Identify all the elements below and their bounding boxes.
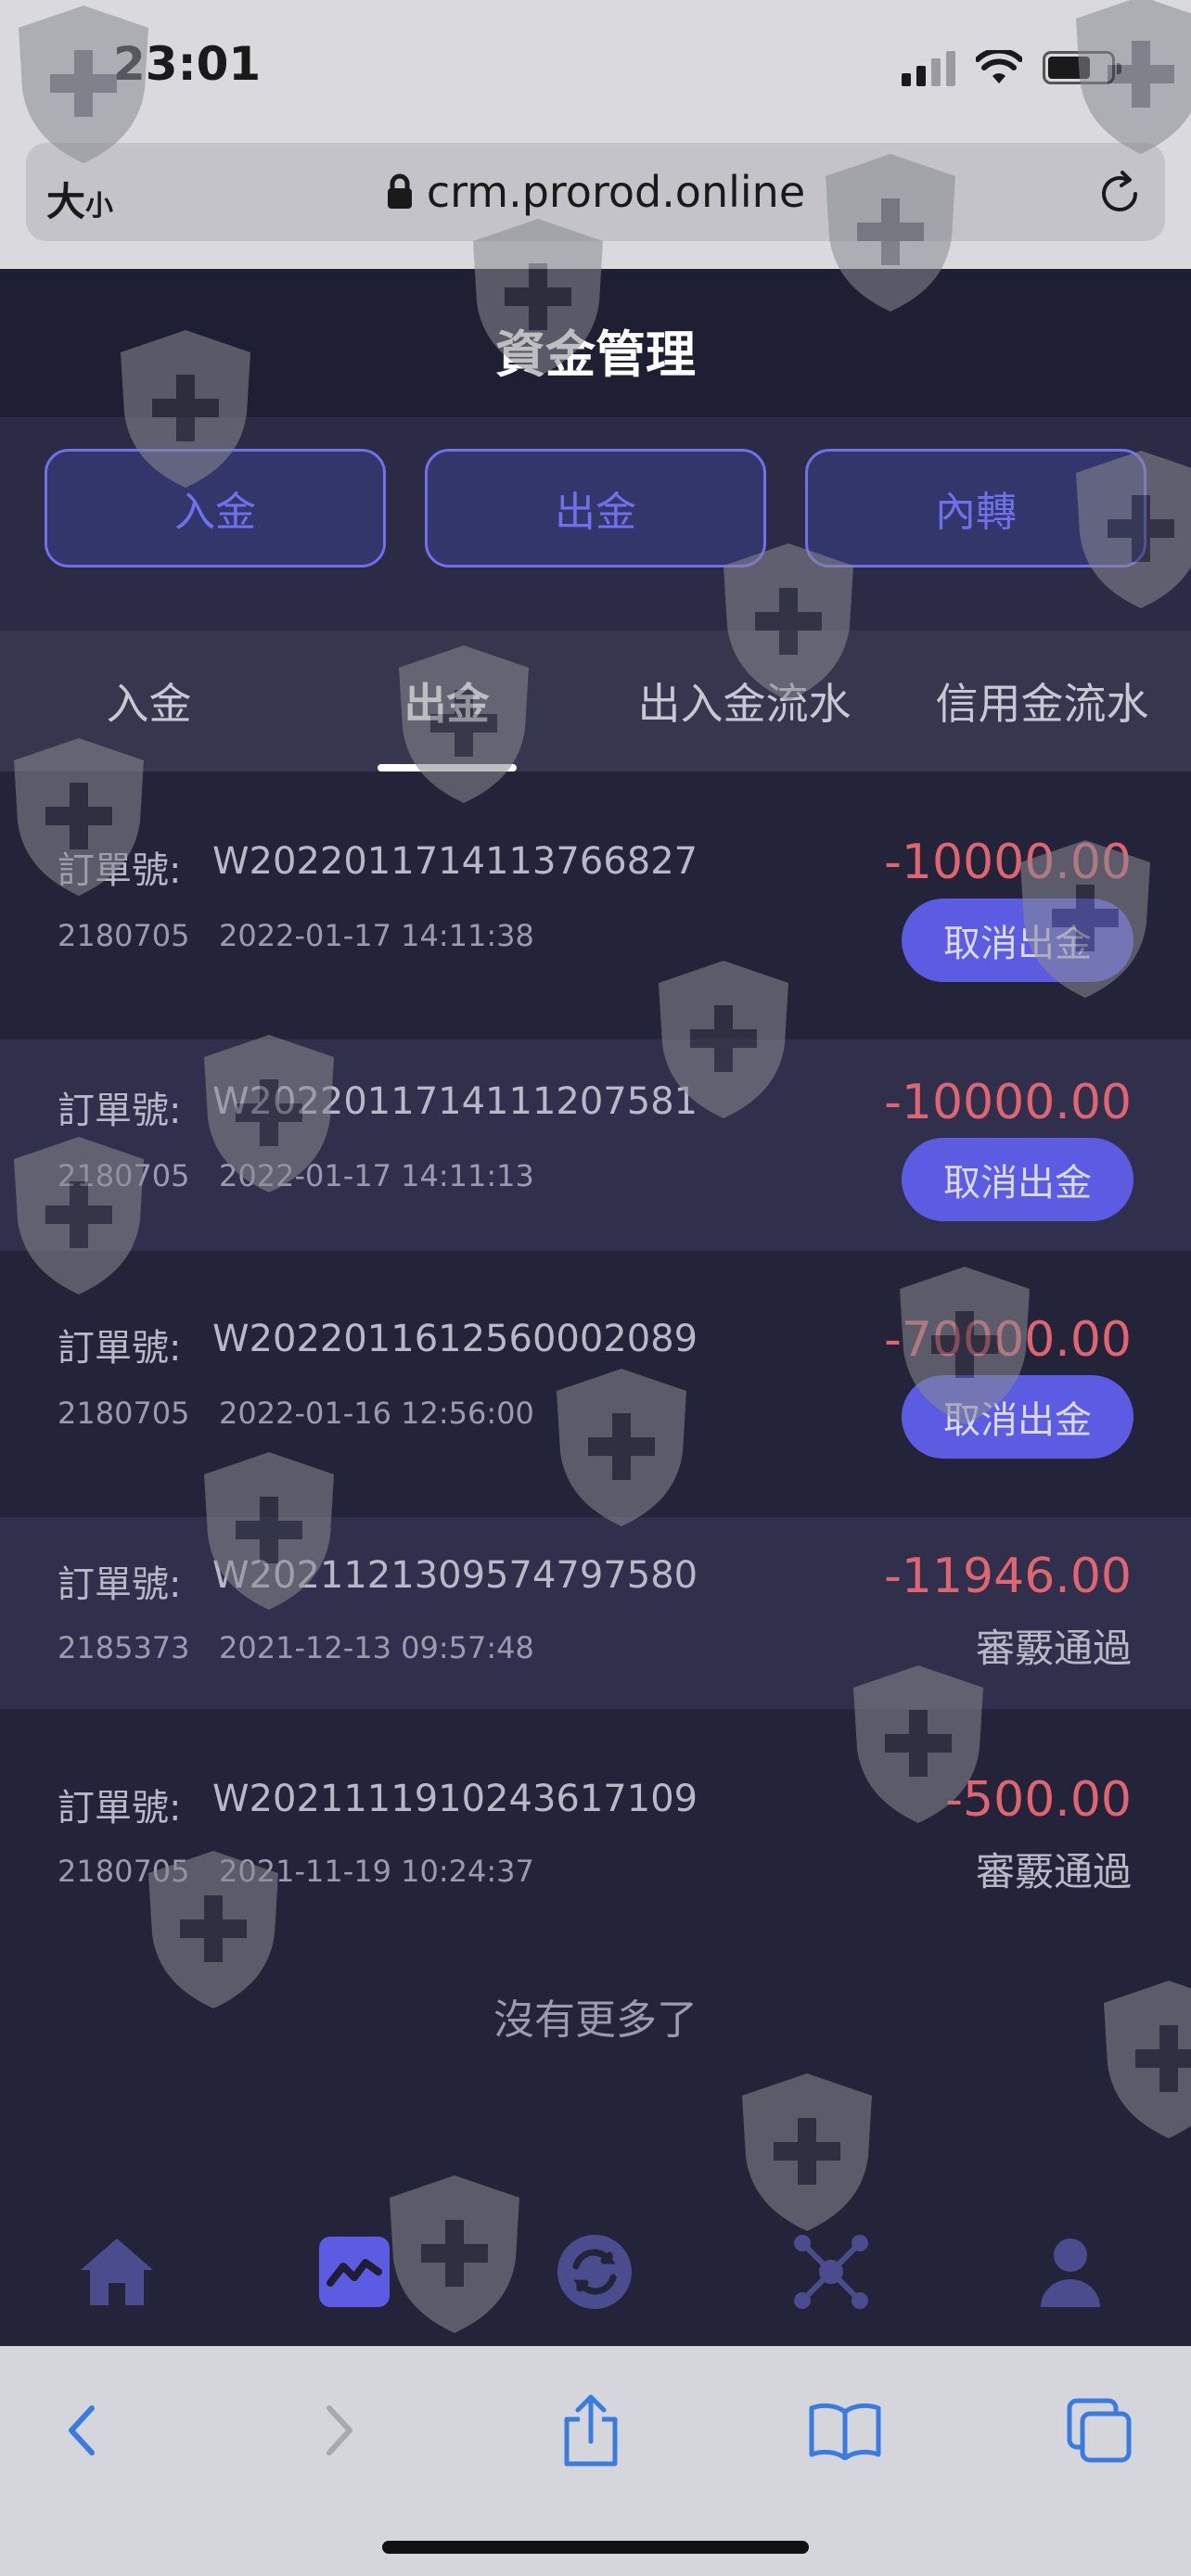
wifi-icon — [976, 50, 1022, 83]
nav-market[interactable] — [299, 2216, 410, 2327]
user-id: 2180705 — [58, 1854, 190, 1889]
tabs-button[interactable] — [1057, 2389, 1141, 2472]
share-button[interactable] — [549, 2389, 633, 2472]
bookmarks-button[interactable] — [803, 2389, 887, 2472]
back-button[interactable] — [39, 2389, 122, 2472]
order-number: W2022011714113766827 — [212, 840, 698, 883]
order-number: W2021111910243617109 — [212, 1778, 698, 1820]
app-header: 資金管理 — [0, 269, 1191, 417]
chevron-right-icon — [327, 2405, 352, 2455]
order-amount: -11946.00 — [884, 1549, 1132, 1604]
tab-bar: 入金 出金 出入金流水 信用金流水 — [0, 631, 1191, 772]
tab-fund-flow[interactable]: 出入金流水 — [596, 631, 893, 772]
user-id: 2180705 — [58, 1396, 190, 1431]
action-buttons: 入金 出金 內轉 — [0, 417, 1191, 631]
reload-icon[interactable] — [1095, 169, 1145, 219]
deposit-button[interactable]: 入金 — [45, 449, 386, 567]
transfer-button[interactable]: 內轉 — [805, 449, 1146, 567]
order-time: 2022-01-17 14:11:38 — [219, 918, 534, 953]
user-id: 2180705 — [58, 1158, 190, 1193]
order-time: 2022-01-17 14:11:13 — [219, 1158, 534, 1193]
address-bar[interactable]: 大小 crm.prorod.online — [26, 143, 1165, 241]
order-time: 2021-11-19 10:24:37 — [219, 1854, 534, 1889]
tab-deposit[interactable]: 入金 — [0, 631, 298, 772]
user-id: 2180705 — [58, 918, 190, 953]
order-amount: -500.00 — [945, 1772, 1132, 1828]
cancel-withdraw-button[interactable]: 取消出金 — [902, 1375, 1133, 1459]
order-label: 訂單號: — [58, 1787, 182, 1830]
user-id: 2185373 — [58, 1630, 190, 1665]
withdraw-button[interactable]: 出金 — [425, 449, 766, 567]
chevron-left-icon — [69, 2405, 95, 2455]
list-item: 訂單號: W2021111910243617109 2180705 2021-1… — [0, 1709, 1191, 1932]
tabs-icon — [1067, 2398, 1132, 2463]
order-number: W2022011714111207581 — [212, 1080, 698, 1123]
nav-network[interactable] — [775, 2216, 887, 2327]
status-icons — [902, 45, 1121, 91]
bottom-nav — [0, 2198, 1191, 2346]
network-icon — [794, 2235, 868, 2309]
order-time: 2021-12-13 09:57:48 — [219, 1630, 534, 1665]
order-time: 2022-01-16 12:56:00 — [219, 1396, 534, 1431]
home-indicator — [382, 2541, 809, 2554]
order-number: W2022011612560002089 — [212, 1318, 698, 1360]
status-bar: 23:01 — [0, 0, 1191, 139]
nav-transfer[interactable] — [539, 2216, 650, 2327]
order-label: 訂單號: — [58, 1563, 182, 1606]
order-list: 訂單號: W2022011714113766827 2180705 2022-0… — [0, 772, 1191, 1932]
forward-button[interactable] — [299, 2389, 382, 2472]
list-item: 訂單號: W2022011612560002089 2180705 2022-0… — [0, 1251, 1191, 1517]
home-icon — [81, 2238, 153, 2305]
list-item: 訂單號: W2022011714111207581 2180705 2022-0… — [0, 1039, 1191, 1251]
cancel-withdraw-button[interactable]: 取消出金 — [902, 899, 1133, 982]
list-item: 訂單號: W2022011714113766827 2180705 2022-0… — [0, 772, 1191, 1039]
order-label: 訂單號: — [58, 1327, 182, 1370]
battery-icon — [1043, 51, 1121, 84]
order-amount: -70000.00 — [884, 1312, 1132, 1368]
order-number: W2021121309574797580 — [212, 1554, 698, 1597]
chart-icon — [319, 2237, 390, 2307]
browser-toolbar — [0, 2346, 1191, 2576]
order-amount: -10000.00 — [884, 835, 1132, 890]
page-title: 資金管理 — [495, 325, 696, 384]
nav-profile[interactable] — [1015, 2216, 1126, 2327]
book-icon — [809, 2403, 881, 2460]
cancel-withdraw-button[interactable]: 取消出金 — [902, 1138, 1133, 1221]
order-label: 訂單號: — [58, 849, 182, 892]
signal-icon — [902, 49, 955, 86]
order-label: 訂單號: — [58, 1090, 182, 1132]
order-amount: -10000.00 — [884, 1075, 1132, 1130]
status-time: 23:01 — [113, 37, 262, 91]
nav-home[interactable] — [61, 2216, 173, 2327]
lock-icon — [387, 173, 412, 209]
status-badge: 審覈通過 — [975, 1626, 1132, 1671]
user-icon — [1041, 2238, 1100, 2307]
share-icon — [564, 2394, 618, 2467]
tab-credit-flow[interactable]: 信用金流水 — [893, 631, 1191, 772]
list-item: 訂單號: W2021121309574797580 2185373 2021-1… — [0, 1517, 1191, 1709]
url-text: crm.prorod.online — [426, 167, 806, 217]
status-badge: 審覈通過 — [975, 1849, 1132, 1894]
transfer-icon — [557, 2235, 632, 2309]
tab-withdraw[interactable]: 出金 — [298, 631, 596, 772]
browser-address-area: 大小 crm.prorod.online — [0, 139, 1191, 269]
no-more-text: 沒有更多了 — [493, 1996, 698, 2044]
